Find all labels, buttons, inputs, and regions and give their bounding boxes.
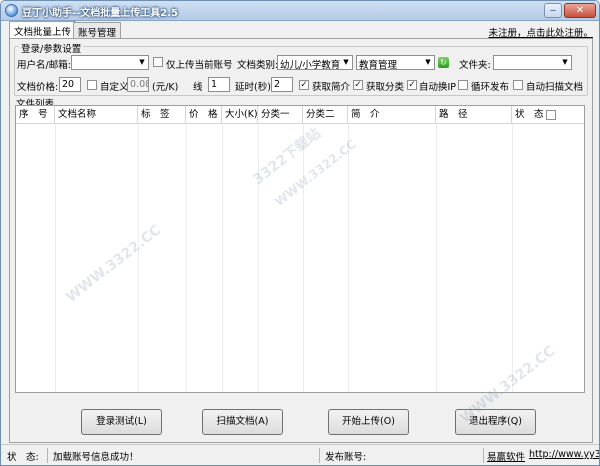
auto-scan-label: 自动扫描文档 bbox=[526, 82, 584, 93]
fetch-intro-label: 获取简介 bbox=[312, 82, 351, 93]
chevron-down-icon: ▼ bbox=[340, 56, 352, 69]
custom-price-input[interactable]: 0.08 bbox=[127, 77, 149, 92]
column-header-size[interactable]: 大小(K) bbox=[222, 106, 258, 124]
brand-link[interactable]: 易赢软件 bbox=[487, 449, 525, 463]
status-separator bbox=[483, 448, 484, 463]
column-header-index[interactable]: 序 号 bbox=[16, 106, 55, 124]
column-header-tags[interactable]: 标 签 bbox=[138, 106, 186, 124]
custom-price-label: 自定义 bbox=[100, 82, 129, 93]
status-message: 加载账号信息成功！ bbox=[53, 452, 139, 463]
scan-docs-button[interactable]: 扫描文档(A) bbox=[202, 409, 283, 435]
column-header-intro[interactable]: 简 介 bbox=[348, 106, 436, 124]
fetch-category-checkbox[interactable]: ✓ bbox=[353, 80, 363, 90]
chevron-down-icon: ▼ bbox=[559, 56, 571, 69]
website-link[interactable]: http://www.yy321.com bbox=[529, 449, 599, 460]
login-settings-title: 登录/参数设置 bbox=[19, 41, 84, 55]
column-header-category1[interactable]: 分类一 bbox=[258, 106, 303, 124]
column-header-doc-name[interactable]: 文档名称 bbox=[55, 106, 138, 124]
doc-category-select[interactable]: 幼儿/小学教育 ▼ bbox=[277, 55, 353, 70]
exit-button[interactable]: 退出程序(Q) bbox=[455, 409, 536, 435]
publish-account-label: 发布账号: bbox=[325, 452, 367, 463]
delay-input[interactable]: 2 bbox=[271, 77, 293, 92]
refresh-icon[interactable]: ↻ bbox=[438, 57, 449, 68]
watermark: WWW.3322.CC bbox=[272, 137, 359, 209]
file-list-header: 序 号 文档名称 标 签 价 格 大小(K) 分类一 分类二 简 介 路 径 状… bbox=[16, 106, 584, 124]
batch-upload-panel: 登录/参数设置 用户名/邮箱: ▼ 仅上传当前账号 文档类别: 幼儿/小学教育 … bbox=[9, 38, 593, 443]
auto-ip-checkbox[interactable]: ✓ bbox=[407, 80, 417, 90]
column-header-path[interactable]: 路 径 bbox=[436, 106, 512, 124]
price-input[interactable]: 20 bbox=[59, 77, 81, 92]
loop-publish-label: 循环发布 bbox=[471, 82, 510, 93]
watermark: 3322下载站 bbox=[250, 125, 324, 189]
fetch-intro-checkbox[interactable]: ✓ bbox=[299, 80, 309, 90]
status-label: 状 态: bbox=[7, 452, 39, 463]
login-settings-group: 登录/参数设置 用户名/邮箱: ▼ 仅上传当前账号 文档类别: 幼儿/小学教育 … bbox=[14, 41, 588, 96]
upload-current-only-label: 仅上传当前账号 bbox=[166, 60, 233, 71]
column-divider bbox=[348, 124, 349, 392]
column-divider bbox=[436, 124, 437, 392]
column-divider bbox=[138, 124, 139, 392]
column-header-category2[interactable]: 分类二 bbox=[303, 106, 348, 124]
column-header-status[interactable]: 状 态 bbox=[512, 106, 584, 124]
sub-category-value: 教育管理 bbox=[359, 60, 398, 70]
window-title: 豆丁小助手--文档批量上传工具2.5 bbox=[22, 8, 179, 19]
column-divider bbox=[55, 124, 56, 392]
status-header-label: 状 态 bbox=[515, 109, 544, 120]
status-separator bbox=[319, 448, 320, 463]
close-button[interactable]: ✕ bbox=[564, 3, 596, 18]
status-separator bbox=[47, 448, 48, 463]
sub-category-select[interactable]: 教育管理 ▼ bbox=[356, 55, 435, 70]
loop-publish-checkbox[interactable] bbox=[458, 80, 468, 90]
main-window: 豆丁小助手--文档批量上传工具2.5 ‒ ✕ 文档批量上传 账号管理 未注册，点… bbox=[0, 0, 600, 466]
auto-ip-label: 自动换IP bbox=[419, 82, 457, 93]
register-link[interactable]: 未注册，点击此处注册。 bbox=[488, 25, 593, 39]
unit-label: (元/K) bbox=[152, 82, 179, 93]
auto-scan-checkbox[interactable] bbox=[513, 80, 523, 90]
start-upload-button[interactable]: 开始上传(O) bbox=[328, 409, 409, 435]
column-divider bbox=[258, 124, 259, 392]
app-icon bbox=[5, 4, 18, 17]
column-header-price[interactable]: 价 格 bbox=[186, 106, 222, 124]
custom-price-checkbox[interactable] bbox=[87, 80, 97, 90]
fetch-category-label: 获取分类 bbox=[366, 82, 405, 93]
file-list-table[interactable]: 序 号 文档名称 标 签 价 格 大小(K) 分类一 分类二 简 介 路 径 状… bbox=[15, 105, 585, 393]
username-select[interactable]: ▼ bbox=[71, 55, 149, 70]
doc-category-value: 幼儿/小学教育 bbox=[280, 60, 341, 70]
select-all-checkbox[interactable] bbox=[546, 110, 556, 120]
delay-label: 延时(秒): bbox=[235, 82, 275, 93]
threads-input[interactable]: 1 bbox=[208, 77, 230, 92]
tab-batch-upload[interactable]: 文档批量上传 bbox=[9, 21, 77, 38]
column-divider bbox=[186, 124, 187, 392]
title-bar[interactable]: 豆丁小助手--文档批量上传工具2.5 ‒ ✕ bbox=[1, 1, 599, 21]
column-divider bbox=[303, 124, 304, 392]
column-divider bbox=[222, 124, 223, 392]
username-label: 用户名/邮箱: bbox=[17, 60, 71, 71]
status-bar: 状 态: 加载账号信息成功！ 发布账号: 易赢软件 http://www.yy3… bbox=[1, 444, 599, 465]
column-divider bbox=[512, 124, 513, 392]
tab-account-management[interactable]: 账号管理 bbox=[73, 22, 122, 39]
chevron-down-icon: ▼ bbox=[136, 56, 148, 69]
chevron-down-icon: ▼ bbox=[422, 56, 434, 69]
doc-category-label: 文档类别: bbox=[237, 60, 279, 71]
login-test-button[interactable]: 登录测试(L) bbox=[81, 409, 162, 435]
minimize-icon[interactable]: ‒ bbox=[544, 3, 562, 18]
folder-label: 文件夹: bbox=[459, 60, 491, 71]
watermark: WWW.3322.CC bbox=[63, 222, 165, 306]
upload-current-only-checkbox[interactable] bbox=[153, 57, 163, 67]
folder-select[interactable]: ▼ bbox=[493, 55, 572, 70]
price-label: 文档价格: bbox=[17, 82, 59, 93]
